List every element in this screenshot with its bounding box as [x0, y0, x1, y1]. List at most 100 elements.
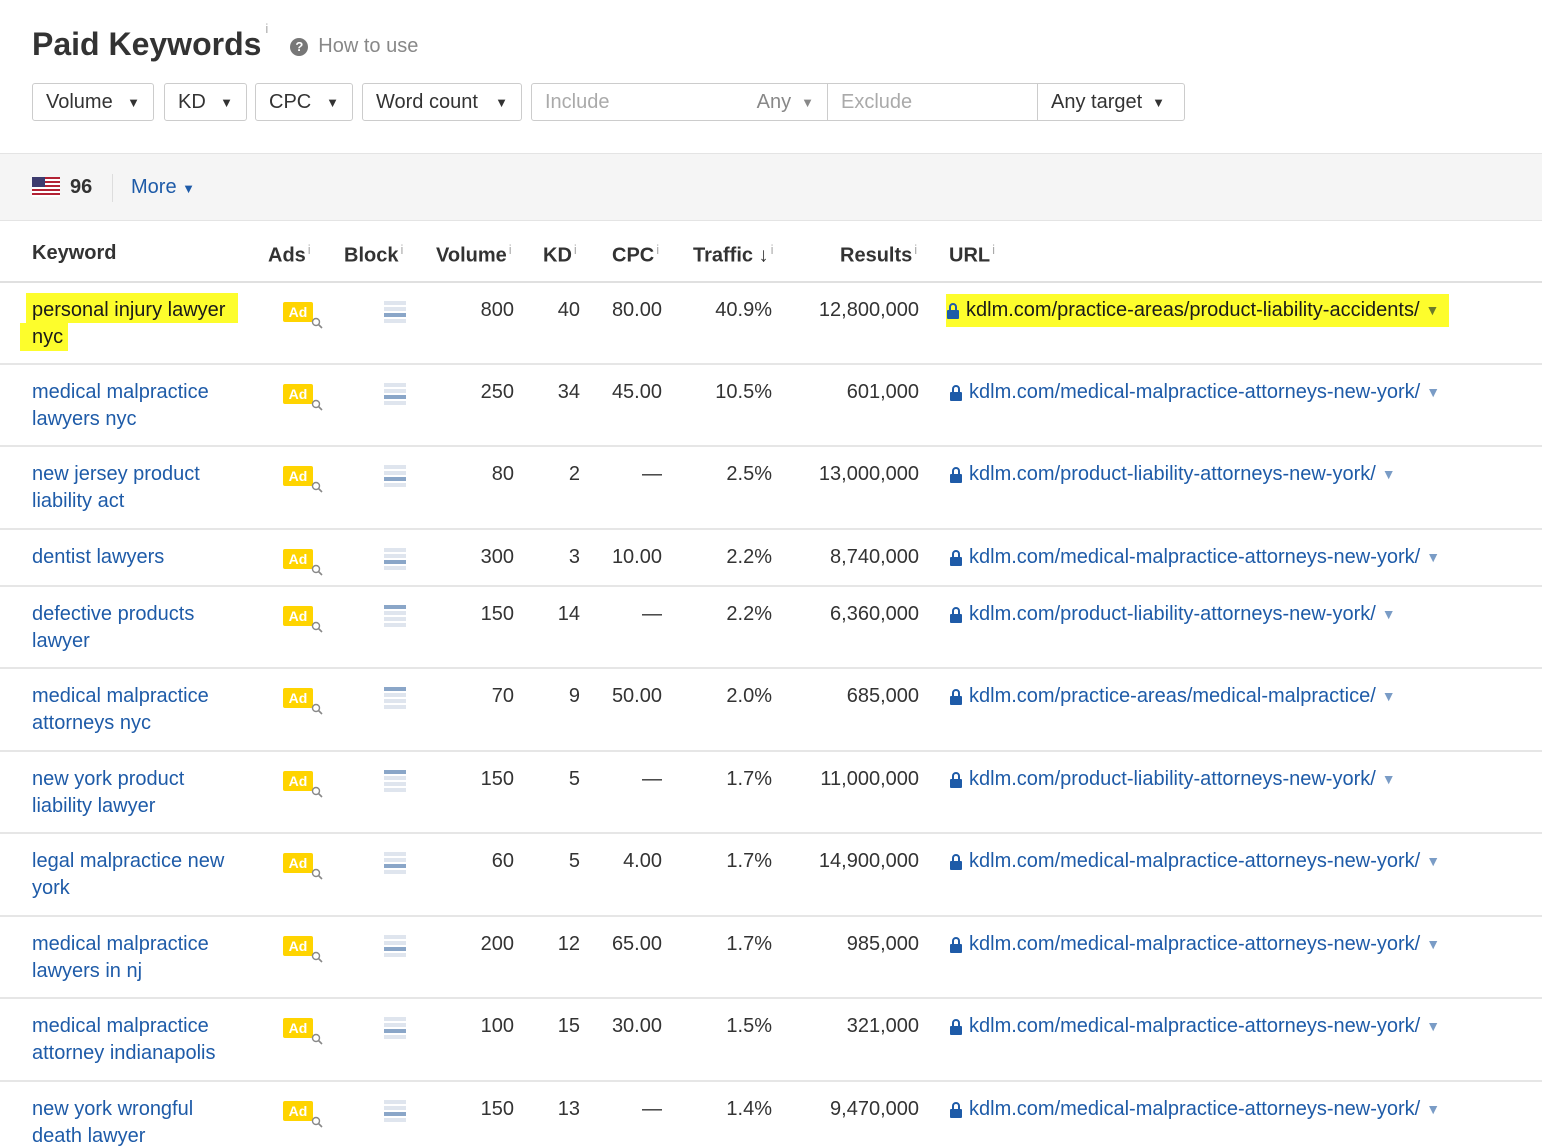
keyword-link[interactable]: medical malpractice attorneys nyc [32, 683, 247, 737]
chevron-down-icon[interactable]: ▼ [1382, 766, 1396, 793]
include-field[interactable]: Include Any ▼ [532, 84, 828, 120]
exclude-placeholder: Exclude [841, 90, 913, 113]
header-url[interactable]: URL i [949, 242, 995, 268]
keyword-link[interactable]: dentist lawyers [32, 544, 247, 571]
us-flag-icon[interactable] [32, 177, 60, 197]
chevron-down-icon[interactable]: ▼ [1426, 1096, 1440, 1123]
chevron-down-icon: ▼ [495, 94, 508, 110]
serp-block-icon[interactable] [384, 1017, 406, 1039]
header-block[interactable]: Block i [344, 242, 403, 268]
ad-badge[interactable]: Ad [283, 771, 323, 798]
ad-badge[interactable]: Ad [283, 1101, 323, 1128]
ad-badge[interactable]: Ad [283, 302, 323, 329]
keyword-link[interactable]: new jersey product liability act [32, 461, 247, 515]
url-link[interactable]: kdlm.com/medical-malpractice-attorneys-n… [949, 544, 1440, 571]
ad-badge[interactable]: Ad [283, 688, 323, 715]
chevron-down-icon: ▼ [127, 94, 140, 110]
header-traffic[interactable]: Traffic ↓ i [693, 242, 773, 268]
url-link[interactable]: kdlm.com/medical-malpractice-attorneys-n… [949, 1013, 1440, 1040]
more-dropdown[interactable]: More ▼ [131, 176, 195, 199]
header-volume[interactable]: Volume i [436, 242, 512, 268]
chevron-down-icon[interactable]: ▼ [1426, 1013, 1440, 1040]
chevron-down-icon[interactable]: ▼ [1426, 379, 1440, 406]
kd-value: 14 [557, 603, 580, 625]
chevron-down-icon[interactable]: ▼ [1426, 931, 1440, 958]
serp-block-icon[interactable] [384, 383, 406, 405]
url-link[interactable]: kdlm.com/product-liability-attorneys-new… [949, 766, 1396, 793]
how-to-use-link[interactable]: ? How to use [290, 35, 418, 58]
traffic-value: 2.0% [726, 685, 772, 707]
serp-block-icon[interactable] [384, 1100, 406, 1122]
keyword-link[interactable]: medical malpractice lawyers in nj [32, 931, 247, 985]
results-value: 13,000,000 [818, 463, 919, 485]
ad-badge[interactable]: Ad [283, 384, 323, 411]
url-link[interactable]: kdlm.com/product-liability-attorneys-new… [949, 601, 1396, 628]
magnifier-icon [311, 399, 323, 411]
results-toolbar: 96 More ▼ [0, 153, 1542, 221]
chevron-down-icon[interactable]: ▼ [1426, 297, 1440, 324]
word-count-filter[interactable]: Word count ▼ [362, 83, 522, 121]
header-kd[interactable]: KD i [543, 242, 577, 268]
url-link[interactable]: kdlm.com/medical-malpractice-attorneys-n… [949, 931, 1440, 958]
header-ads[interactable]: Ads i [268, 242, 311, 268]
chevron-down-icon[interactable]: ▼ [1382, 601, 1396, 628]
title-info-icon[interactable]: i [265, 22, 268, 36]
traffic-value: 2.2% [726, 546, 772, 568]
serp-block-icon[interactable] [384, 605, 406, 627]
results-value: 11,000,000 [820, 768, 919, 790]
lock-icon [950, 549, 962, 566]
serp-block-icon[interactable] [384, 465, 406, 487]
results-value: 985,000 [846, 933, 919, 955]
header-block-label: Block [344, 244, 399, 267]
chevron-down-icon[interactable]: ▼ [1426, 848, 1440, 875]
keyword-link[interactable]: medical malpractice lawyers nyc [32, 379, 247, 433]
chevron-down-icon[interactable]: ▼ [1382, 461, 1396, 488]
url-link[interactable]: kdlm.com/product-liability-attorneys-new… [949, 461, 1396, 488]
ad-badge[interactable]: Ad [283, 466, 323, 493]
keyword-link[interactable]: medical malpractice attorney indianapoli… [32, 1013, 247, 1067]
serp-block-icon[interactable] [384, 301, 406, 323]
volume-filter[interactable]: Volume ▼ [32, 83, 154, 121]
url-link[interactable]: kdlm.com/practice-areas/product-liabilit… [946, 294, 1450, 327]
url-link[interactable]: kdlm.com/medical-malpractice-attorneys-n… [949, 379, 1440, 406]
keyword-link[interactable]: new york wrongful death lawyer [32, 1096, 247, 1146]
serp-block-icon[interactable] [384, 770, 406, 792]
ad-badge[interactable]: Ad [283, 1018, 323, 1045]
ad-badge[interactable]: Ad [283, 606, 323, 633]
any-target-select[interactable]: Any target ▼ [1038, 84, 1184, 120]
header-cpc[interactable]: CPC i [612, 242, 659, 268]
kd-filter-label: KD [178, 90, 206, 113]
keyword-link[interactable]: legal malpractice new york [32, 848, 247, 902]
ad-badge[interactable]: Ad [283, 853, 323, 880]
serp-block-icon[interactable] [384, 852, 406, 874]
kd-filter[interactable]: KD ▼ [164, 83, 247, 121]
lock-icon [950, 853, 962, 870]
header-keyword-label: Keyword [32, 242, 117, 264]
ad-label: Ad [283, 688, 313, 708]
url-link[interactable]: kdlm.com/practice-areas/medical-malpract… [949, 683, 1396, 710]
traffic-value: 1.5% [726, 1015, 772, 1037]
serp-block-icon[interactable] [384, 935, 406, 957]
serp-block-icon[interactable] [384, 687, 406, 709]
ad-label: Ad [283, 771, 313, 791]
traffic-value: 10.5% [715, 381, 772, 403]
header-results[interactable]: Results i [840, 242, 917, 268]
ad-badge[interactable]: Ad [283, 549, 323, 576]
ad-badge[interactable]: Ad [283, 936, 323, 963]
keyword-link[interactable]: defective products lawyer [32, 601, 247, 655]
any-select[interactable]: Any ▼ [757, 91, 814, 114]
table-row: legal malpractice new york Ad 60 5 4.00 1.7% 1… [0, 834, 1542, 917]
magnifier-icon [311, 481, 323, 493]
exclude-field[interactable]: Exclude [828, 84, 1038, 120]
url-link[interactable]: kdlm.com/medical-malpractice-attorneys-n… [949, 848, 1440, 875]
url-link[interactable]: kdlm.com/medical-malpractice-attorneys-n… [949, 1096, 1440, 1123]
cpc-filter[interactable]: CPC ▼ [255, 83, 353, 121]
header-keyword[interactable]: Keyword [32, 242, 116, 265]
chevron-down-icon[interactable]: ▼ [1382, 683, 1396, 710]
chevron-down-icon[interactable]: ▼ [1426, 544, 1440, 571]
serp-block-icon[interactable] [384, 548, 406, 570]
kd-value: 34 [557, 381, 580, 403]
keyword-link[interactable]: new york product liability lawyer [32, 766, 247, 820]
chevron-down-icon: ▼ [220, 94, 233, 110]
keyword-link[interactable]: personal injury lawyer nyc [32, 297, 247, 351]
